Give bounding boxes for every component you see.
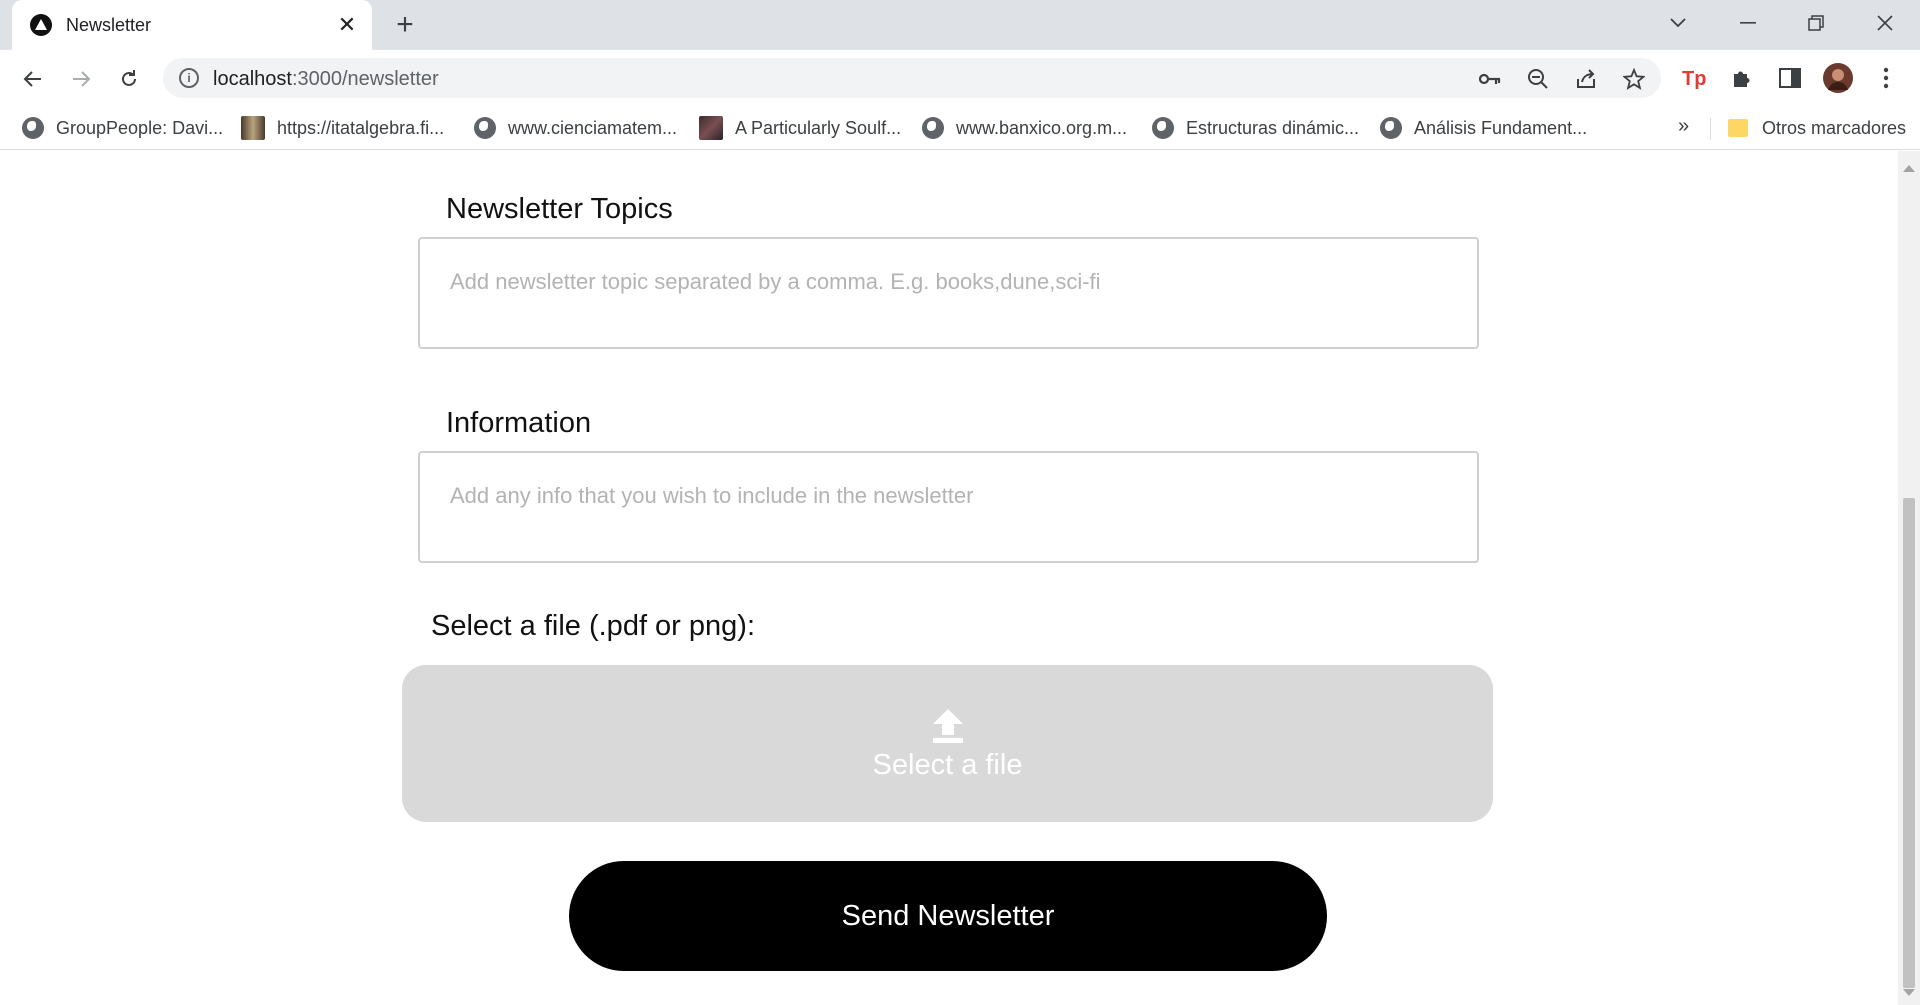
bookmark-thumbnail-icon — [699, 116, 723, 140]
bookmarks-overflow-icon[interactable]: » — [1678, 115, 1689, 138]
page-scrollbar[interactable] — [1898, 151, 1920, 1005]
browser-tabstrip: Newsletter ✕ + — [0, 0, 1920, 50]
bookmark-item[interactable]: Análisis Fundament... — [1380, 115, 1587, 141]
information-input[interactable] — [420, 453, 1477, 561]
bookmark-item[interactable]: www.cienciamatem... — [474, 115, 677, 141]
zoom-out-icon[interactable] — [1525, 66, 1551, 92]
file-dropzone[interactable]: Select a file — [402, 665, 1493, 822]
globe-icon — [922, 117, 944, 139]
topics-label: Newsletter Topics — [446, 193, 673, 225]
send-newsletter-button[interactable]: Send Newsletter — [569, 861, 1327, 971]
globe-icon — [22, 117, 44, 139]
scroll-up-arrow-icon[interactable] — [1903, 165, 1915, 172]
bookmark-item[interactable]: www.banxico.org.m... — [922, 115, 1127, 141]
forward-arrow-icon[interactable] — [65, 63, 97, 95]
kebab-menu-icon[interactable] — [1870, 62, 1902, 94]
star-icon[interactable] — [1621, 66, 1647, 92]
reload-icon[interactable] — [113, 63, 145, 95]
bookmark-item[interactable]: GroupPeople: Davi... — [22, 115, 223, 141]
file-select-label: Select a file (.pdf or png): — [431, 610, 755, 642]
topics-input[interactable] — [420, 239, 1477, 347]
information-label: Information — [446, 407, 592, 439]
folder-icon — [1728, 119, 1748, 137]
file-dropzone-text: Select a file — [872, 749, 1023, 781]
newsletter-page: Newsletter Topics Information Select a f… — [0, 151, 1898, 1005]
bookmarks-divider — [1710, 118, 1711, 140]
side-panel-icon[interactable] — [1774, 62, 1806, 94]
bookmark-item[interactable]: Estructuras dinámic... — [1152, 115, 1359, 141]
globe-icon — [1380, 117, 1402, 139]
information-field-container — [418, 451, 1479, 563]
globe-icon — [1152, 117, 1174, 139]
upload-icon — [933, 709, 963, 743]
address-bar[interactable]: i localhost:3000/newsletter — [163, 58, 1661, 98]
bookmark-thumbnail-icon — [241, 116, 265, 140]
tab-search-icon[interactable] — [1660, 8, 1696, 38]
profile-avatar[interactable] — [1822, 62, 1854, 94]
scroll-down-arrow-icon[interactable] — [1903, 989, 1915, 996]
svg-text:Tp: Tp — [1682, 68, 1706, 89]
bookmarks-bar: GroupPeople: Davi... https://itatalgebra… — [0, 106, 1920, 150]
bookmark-item[interactable]: https://itatalgebra.fi... — [241, 115, 444, 141]
key-icon[interactable] — [1477, 66, 1503, 92]
scrollbar-thumb[interactable] — [1903, 498, 1915, 988]
browser-tab[interactable]: Newsletter ✕ — [12, 0, 372, 50]
tp-extension-icon[interactable]: Tp — [1678, 62, 1710, 94]
minimize-icon[interactable] — [1730, 8, 1766, 38]
new-tab-button[interactable]: + — [390, 10, 420, 40]
globe-icon — [474, 117, 496, 139]
share-icon[interactable] — [1573, 66, 1599, 92]
site-info-icon[interactable]: i — [179, 68, 199, 88]
puzzle-extensions-icon[interactable] — [1726, 62, 1758, 94]
close-window-icon[interactable] — [1867, 8, 1903, 38]
topics-field-container — [418, 237, 1479, 349]
triangle-logo-icon — [30, 14, 52, 36]
other-bookmarks-folder[interactable]: Otros marcadores — [1728, 115, 1906, 141]
bookmark-item[interactable]: A Particularly Soulf... — [699, 115, 901, 141]
browser-toolbar: i localhost:3000/newsletter Tp — [0, 50, 1920, 106]
tab-title: Newsletter — [66, 15, 152, 35]
back-arrow-icon[interactable] — [17, 63, 49, 95]
url-text[interactable]: localhost:3000/newsletter — [213, 68, 439, 91]
restore-icon[interactable] — [1798, 8, 1834, 38]
tab-close-icon[interactable]: ✕ — [335, 13, 359, 37]
